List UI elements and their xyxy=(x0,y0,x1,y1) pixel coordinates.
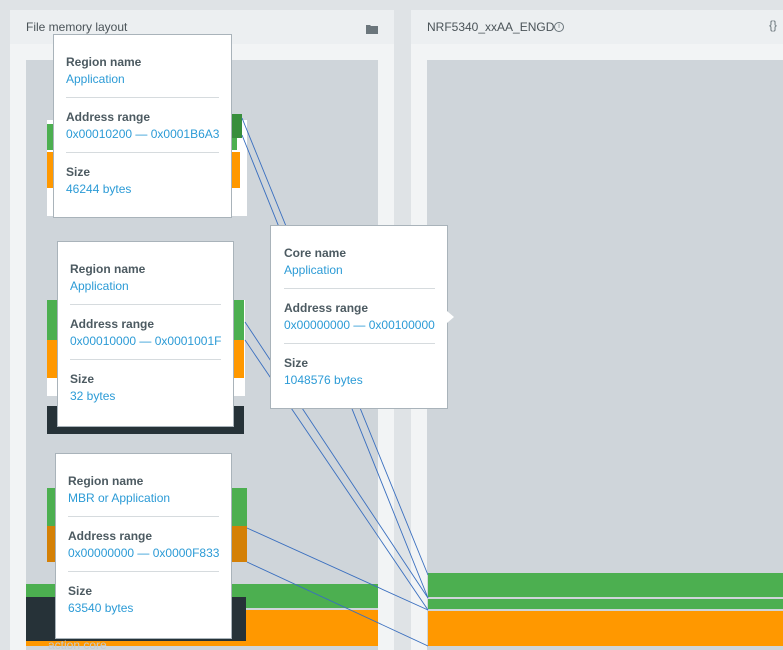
size-label: Size xyxy=(284,356,309,370)
region-name-label: Region name xyxy=(66,55,142,69)
address-range-label: Address range xyxy=(284,301,369,315)
address-range-value: 0x00000000 — 0x00100000 xyxy=(284,318,435,332)
core-name-value: Application xyxy=(284,263,343,277)
address-range-label: Address range xyxy=(70,317,155,331)
folder-icon[interactable] xyxy=(366,21,378,34)
address-range-label: Address range xyxy=(66,110,151,124)
region-name-label: Region name xyxy=(70,262,146,276)
tooltip-region-mbr: Region name MBR or Application Address r… xyxy=(55,453,232,639)
device-region-green[interactable] xyxy=(428,573,783,597)
address-range-value: 0x00010200 — 0x0001B6A3 xyxy=(66,127,220,141)
address-range-value: 0x00010000 — 0x0001001F xyxy=(70,334,222,348)
panel-title: File memory layout xyxy=(26,20,128,34)
device-memory-panel: NRF5340_xxAA_ENGD i {} xyxy=(411,10,783,650)
region-name-label: Region name xyxy=(68,474,144,488)
divider xyxy=(284,288,435,289)
divider xyxy=(68,571,219,572)
size-label: Size xyxy=(70,372,95,386)
region-name-value: Application xyxy=(66,72,125,86)
address-range-value: 0x00000000 — 0x0000F833 xyxy=(68,546,220,560)
size-value: 32 bytes xyxy=(70,389,116,403)
tooltip-core-application: Core name Application Address range 0x00… xyxy=(270,225,448,409)
device-region-green-2[interactable] xyxy=(428,599,783,609)
size-label: Size xyxy=(68,584,93,598)
device-region-orange[interactable] xyxy=(428,611,783,646)
size-value: 63540 bytes xyxy=(68,601,134,615)
tooltip-region-application-1: Region name Application Address range 0x… xyxy=(53,34,232,218)
divider xyxy=(284,343,435,344)
region-name-value: Application xyxy=(70,279,129,293)
info-icon[interactable]: i xyxy=(554,22,564,32)
core-tooltip-pointer xyxy=(447,311,454,323)
tooltip-region-application-2: Region name Application Address range 0x… xyxy=(57,241,234,427)
device-title: NRF5340_xxAA_ENGD xyxy=(427,20,555,34)
address-range-label: Address range xyxy=(68,529,153,543)
region-name-value: MBR or Application xyxy=(68,491,171,505)
size-value: 1048576 bytes xyxy=(284,373,363,387)
size-label: Size xyxy=(66,165,91,179)
divider xyxy=(70,359,221,360)
size-value: 46244 bytes xyxy=(66,182,132,196)
core-label: action core xyxy=(48,638,107,650)
divider xyxy=(66,152,219,153)
device-memory-area xyxy=(427,60,783,650)
divider xyxy=(66,97,219,98)
device-memory-header: NRF5340_xxAA_ENGD i {} xyxy=(411,10,783,44)
divider xyxy=(68,516,219,517)
core-name-label: Core name xyxy=(284,246,347,260)
divider xyxy=(70,304,221,305)
braces-icon[interactable]: {} xyxy=(769,18,777,32)
